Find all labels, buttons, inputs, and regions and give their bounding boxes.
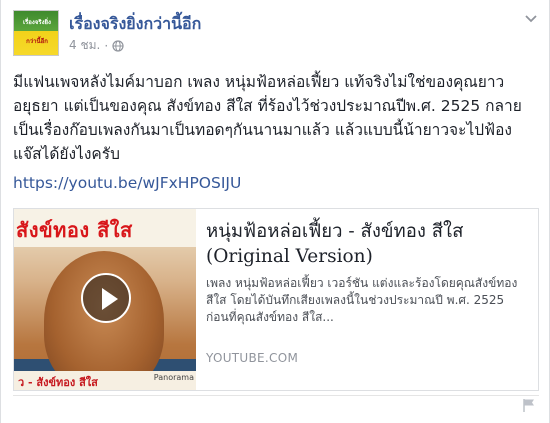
post-meta: 4 ชม. · bbox=[69, 36, 124, 55]
preview-description: เพลง หนุ่มฟ้อหล่อเฟี้ยว เวอร์ชัน แต่งและ… bbox=[206, 276, 518, 324]
preview-body[interactable]: หนุ่มฟ้อหล่อเฟี้ยว - สังข์ทอง สีใส (Orig… bbox=[206, 219, 528, 384]
post-timestamp[interactable]: 4 ชม. bbox=[69, 36, 100, 55]
page-name-link[interactable]: เรื่องจริงยิ่งกว่านี้อีก bbox=[69, 12, 201, 37]
post-header: เรื่องจริงยิ่ง กว่านี้อีก เรื่องจริงยิ่ง… bbox=[13, 10, 539, 58]
thumbnail-banner: สังข์ทอง สีใส bbox=[14, 209, 196, 247]
footer-divider bbox=[13, 395, 539, 396]
post-card: เรื่องจริงยิ่ง กว่านี้อีก เรื่องจริงยิ่ง… bbox=[0, 0, 550, 423]
thumbnail-caption: ว - สังข์ทอง สีใส bbox=[18, 376, 98, 389]
chevron-down-icon[interactable] bbox=[523, 10, 539, 26]
post-url-link[interactable]: https://youtu.be/wJFxHPOSIJU bbox=[13, 174, 241, 192]
link-preview[interactable]: สังข์ทอง สีใส ว - สังข์ทอง สีใส Panorama… bbox=[13, 208, 539, 391]
play-button[interactable] bbox=[81, 273, 131, 323]
post-message: มีแฟนเพจหลังไมค์มาบอก เพลง หนุ่มฟ้อหล่อเ… bbox=[13, 73, 522, 163]
globe-icon[interactable] bbox=[112, 39, 124, 52]
preview-domain: YOUTUBE.COM bbox=[206, 351, 299, 365]
page-avatar[interactable]: เรื่องจริงยิ่ง กว่านี้อีก bbox=[13, 10, 59, 56]
flag-icon[interactable] bbox=[521, 397, 537, 413]
preview-title[interactable]: หนุ่มฟ้อหล่อเฟี้ยว - สังข์ทอง สีใส (Orig… bbox=[206, 219, 528, 269]
thumbnail-watermark: Panorama bbox=[153, 373, 194, 382]
video-thumbnail[interactable]: สังข์ทอง สีใส ว - สังข์ทอง สีใส Panorama bbox=[14, 209, 196, 390]
play-icon bbox=[102, 288, 118, 310]
avatar-text-bottom: กว่านี้อีก bbox=[26, 38, 48, 45]
avatar-text-top: เรื่องจริงยิ่ง bbox=[23, 19, 51, 26]
thumbnail-title: สังข์ทอง สีใส bbox=[16, 218, 133, 242]
